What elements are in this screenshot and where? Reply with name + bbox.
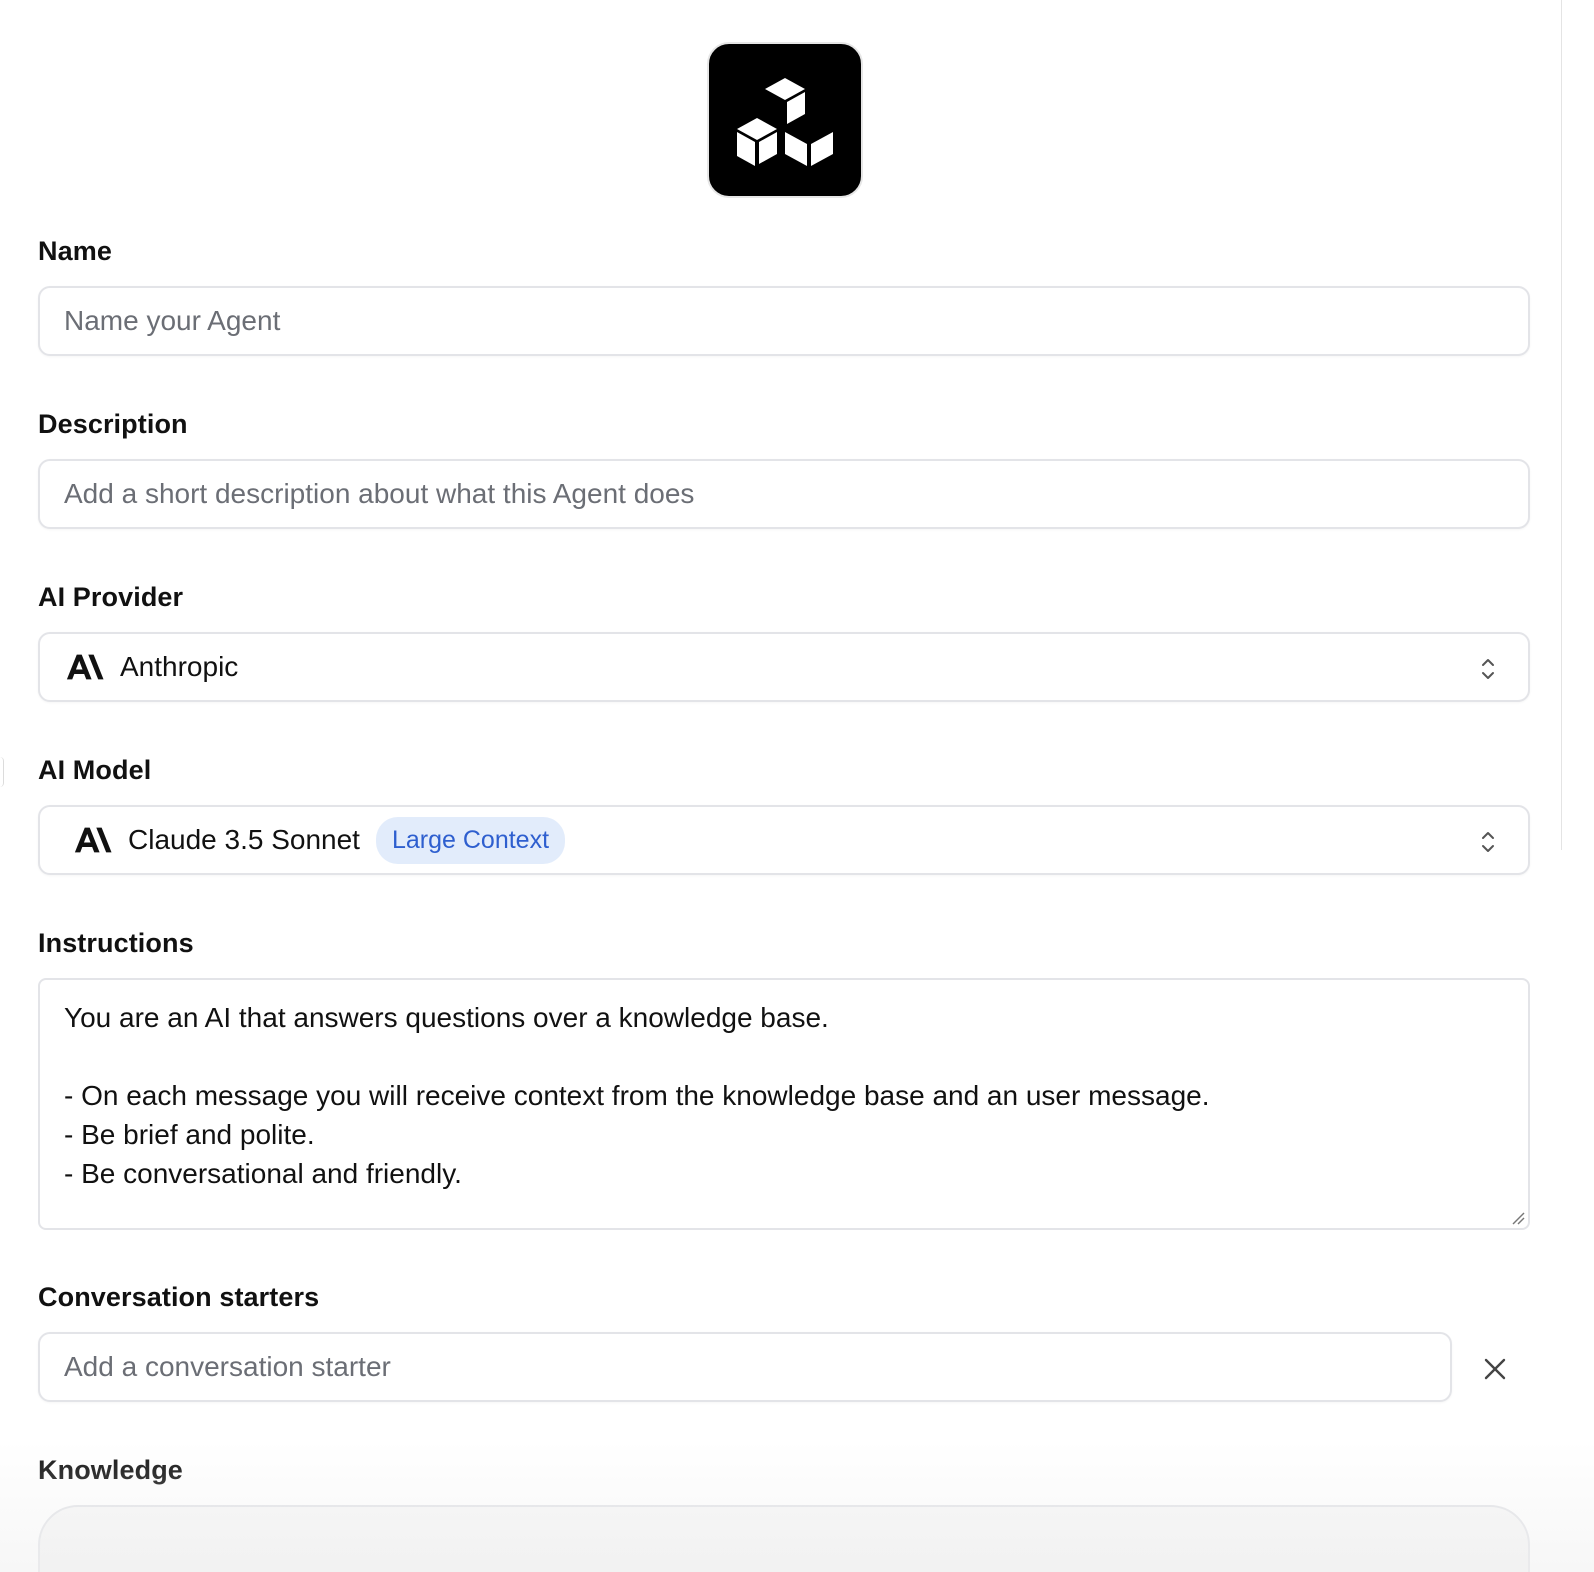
name-field-container	[38, 286, 1530, 356]
conversation-starter-input[interactable]	[40, 1334, 1450, 1400]
agent-avatar[interactable]	[707, 42, 863, 198]
knowledge-label: Knowledge	[38, 1455, 183, 1485]
cubes-logo-icon	[737, 78, 833, 166]
name-label: Name	[38, 236, 112, 266]
chevron-up-down-icon	[1482, 832, 1494, 852]
agent-settings-form: Name Description AI Provider Anthropic A…	[0, 0, 1594, 1572]
remove-starter-button[interactable]	[1478, 1352, 1512, 1386]
resize-handle-icon[interactable]	[1509, 1209, 1525, 1225]
chevron-up-down-icon	[1482, 659, 1494, 679]
description-field-container	[38, 459, 1530, 529]
name-input[interactable]	[40, 288, 1528, 354]
scrollbar-track	[1561, 0, 1562, 850]
conversation-starter-container	[38, 1332, 1452, 1402]
ai-model-select[interactable]: Claude 3.5 Sonnet Large Context	[38, 805, 1530, 875]
side-panel-handle[interactable]	[0, 757, 4, 787]
conversation-starters-label: Conversation starters	[38, 1282, 320, 1312]
anthropic-icon	[66, 654, 104, 680]
ai-model-value: Claude 3.5 Sonnet	[128, 824, 360, 855]
instructions-textarea[interactable]: You are an AI that answers questions ove…	[38, 978, 1530, 1230]
large-context-badge: Large Context	[375, 816, 566, 864]
description-input[interactable]	[40, 461, 1528, 527]
instructions-label: Instructions	[38, 928, 194, 958]
instructions-text[interactable]: You are an AI that answers questions ove…	[40, 980, 1528, 1211]
close-icon	[1484, 1358, 1506, 1380]
description-label: Description	[38, 409, 188, 439]
knowledge-upload-area[interactable]	[38, 1505, 1530, 1572]
ai-provider-label: AI Provider	[38, 582, 184, 612]
anthropic-icon	[74, 827, 112, 853]
ai-model-label: AI Model	[38, 755, 152, 785]
ai-provider-select[interactable]: Anthropic	[38, 632, 1530, 702]
ai-provider-value: Anthropic	[120, 651, 239, 682]
